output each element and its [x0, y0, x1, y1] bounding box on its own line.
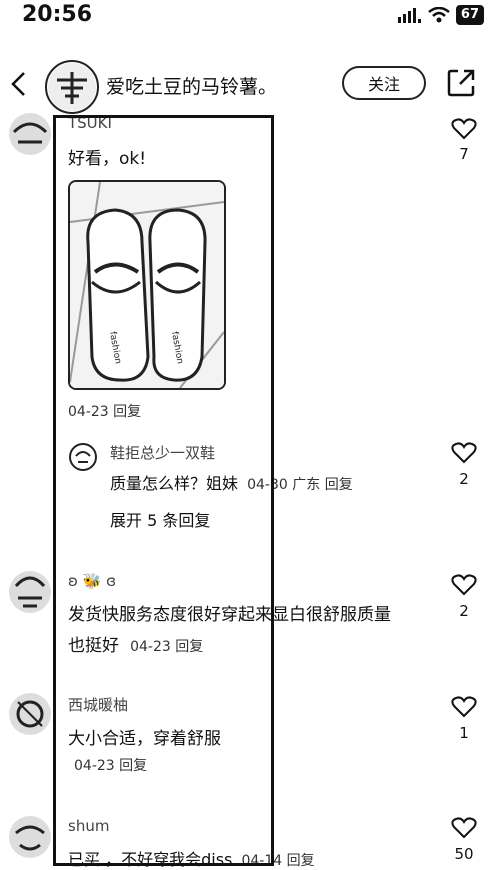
- commenter-avatar[interactable]: [8, 112, 52, 156]
- like-count: 7: [459, 145, 469, 163]
- wifi-icon: [428, 7, 450, 23]
- heart-icon[interactable]: [451, 696, 477, 718]
- status-time: 20:56: [22, 2, 93, 27]
- heart-icon[interactable]: [451, 574, 477, 596]
- like-count: 1: [459, 724, 469, 742]
- commenter-avatar[interactable]: [8, 570, 52, 614]
- signal-icon: [397, 8, 421, 23]
- heart-icon[interactable]: [451, 817, 477, 839]
- author-avatar[interactable]: [45, 60, 99, 114]
- status-icons: 67: [397, 0, 484, 30]
- heart-icon[interactable]: [451, 118, 477, 140]
- commenter-avatar[interactable]: [8, 815, 52, 859]
- share-icon[interactable]: [446, 68, 476, 98]
- back-arrow-icon[interactable]: [8, 70, 30, 98]
- like-count: 50: [454, 845, 474, 863]
- follow-button[interactable]: 关注: [342, 66, 426, 100]
- highlight-box: [53, 115, 274, 866]
- like-count: 2: [459, 602, 469, 620]
- battery-icon: 67: [455, 5, 484, 25]
- like-count: 2: [459, 470, 469, 488]
- author-name[interactable]: 爱吃土豆的马铃薯。: [106, 72, 277, 99]
- commenter-avatar[interactable]: [8, 692, 52, 736]
- heart-icon[interactable]: [451, 442, 477, 464]
